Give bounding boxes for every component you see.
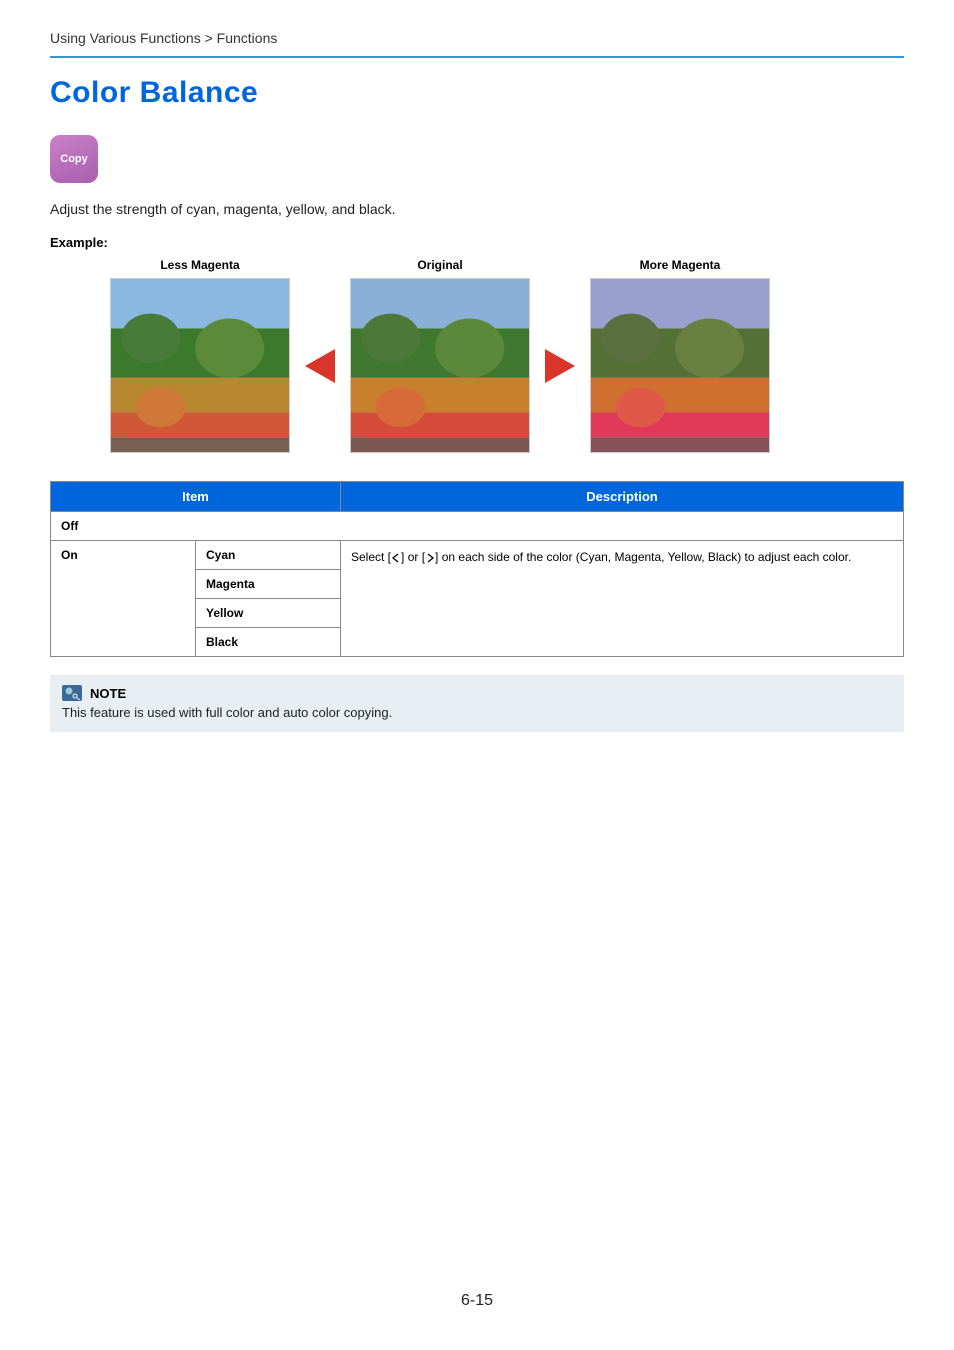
example-less-caption: Less Magenta (160, 258, 239, 272)
copy-badge: Copy (50, 135, 98, 183)
example-more-image (590, 278, 770, 453)
row-description: Select [ ] or [ ] on each side of the colo… (341, 541, 904, 657)
example-original-caption: Original (417, 258, 462, 272)
desc-middle: ] or [ (401, 550, 425, 564)
row-yellow: Yellow (196, 599, 341, 628)
example-row: Less Magenta Original (50, 258, 904, 453)
example-original-image (350, 278, 530, 453)
page-number: 6-15 (0, 1292, 954, 1310)
row-magenta: Magenta (196, 570, 341, 599)
row-black: Black (196, 628, 341, 657)
settings-table: Item Description Off On Cyan Select [ ] o… (50, 481, 904, 657)
key-left-icon (391, 553, 401, 563)
row-off: Off (51, 512, 904, 541)
example-heading: Example: (50, 235, 904, 250)
th-item: Item (51, 482, 341, 512)
arrow-left-icon (290, 326, 350, 386)
th-description: Description (341, 482, 904, 512)
arrow-right-icon (530, 326, 590, 386)
row-cyan: Cyan (196, 541, 341, 570)
breadcrumb: Using Various Functions > Functions (50, 30, 904, 56)
example-original: Original (350, 258, 530, 453)
desc-suffix: ] on each side of the color (Cyan, Magen… (435, 550, 851, 564)
note-title: NOTE (90, 686, 126, 701)
page-title: Color Balance (50, 76, 904, 110)
row-on: On (51, 541, 196, 657)
note-body: This feature is used with full color and… (62, 705, 892, 720)
example-less: Less Magenta (110, 258, 290, 453)
header-divider (50, 56, 904, 58)
desc-prefix: Select [ (351, 550, 391, 564)
note-icon (62, 685, 82, 701)
note-box: NOTE This feature is used with full colo… (50, 675, 904, 732)
intro-text: Adjust the strength of cyan, magenta, ye… (50, 201, 904, 217)
example-less-image (110, 278, 290, 453)
example-more: More Magenta (590, 258, 770, 453)
example-more-caption: More Magenta (640, 258, 721, 272)
key-right-icon (425, 553, 435, 563)
